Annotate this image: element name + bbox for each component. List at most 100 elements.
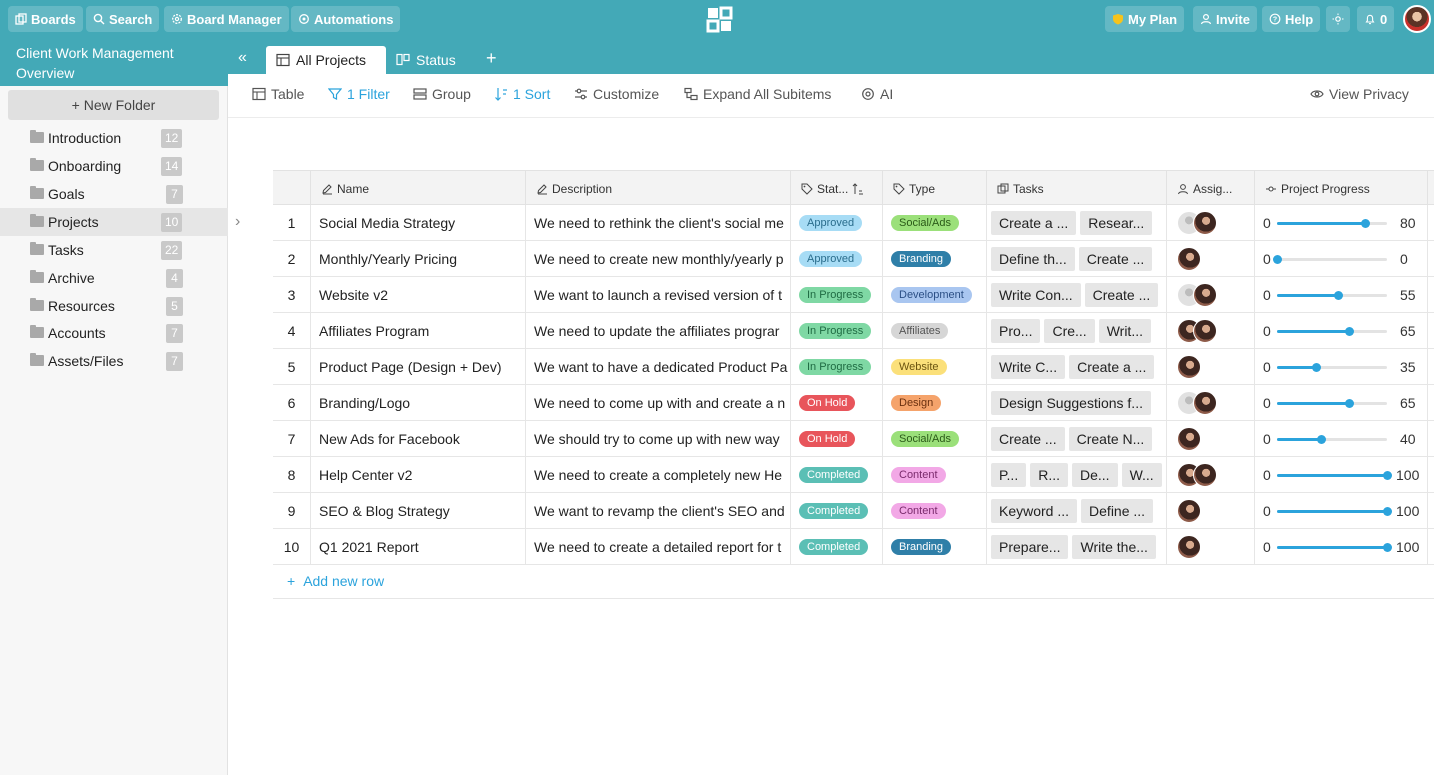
progress-track[interactable]: [1277, 363, 1387, 372]
progress-cell[interactable]: 0 65: [1255, 385, 1428, 421]
sidebar-folder-assets-files[interactable]: Assets/Files 7: [0, 347, 228, 375]
progress-slider[interactable]: 0 65: [1255, 385, 1427, 421]
task-chip[interactable]: Write Con...: [991, 283, 1081, 307]
add-new-row-button[interactable]: + Add new row: [273, 564, 1434, 599]
sidebar-folder-onboarding[interactable]: Onboarding 14: [0, 152, 228, 180]
project-name-cell[interactable]: New Ads for Facebook: [311, 421, 526, 457]
table-row[interactable]: 6 Branding/Logo We need to come up with an…: [273, 385, 1434, 421]
assignee-cell[interactable]: [1167, 277, 1255, 313]
status-cell[interactable]: In Progress: [791, 349, 883, 385]
progress-handle[interactable]: [1344, 327, 1354, 336]
task-chip[interactable]: Create a ...: [1069, 355, 1155, 379]
table-row[interactable]: 10 Q1 2021 Report We need to create a deta…: [273, 529, 1434, 565]
assignee-avatar[interactable]: [1193, 463, 1217, 487]
progress-handle[interactable]: [1273, 255, 1282, 264]
task-chip[interactable]: W...: [1121, 463, 1162, 487]
invite-button[interactable]: Invite: [1193, 6, 1257, 32]
table-row[interactable]: 4 Affiliates Program We need to update the…: [273, 313, 1434, 349]
assignee-cell[interactable]: [1167, 493, 1255, 529]
status-cell[interactable]: On Hold: [791, 385, 883, 421]
project-name-cell[interactable]: Monthly/Yearly Pricing: [311, 241, 526, 277]
sidebar-folder-accounts[interactable]: Accounts 7: [0, 319, 228, 347]
progress-handle[interactable]: [1361, 219, 1370, 228]
tasks-cell[interactable]: Create a ... Resear...: [987, 205, 1167, 241]
type-cell[interactable]: Website: [883, 349, 987, 385]
progress-cell[interactable]: 0 100: [1255, 529, 1428, 565]
assignee-avatar[interactable]: [1177, 355, 1201, 379]
sidebar-folder-archive[interactable]: Archive 4: [0, 264, 228, 292]
tab-all-projects[interactable]: All Projects: [266, 46, 386, 74]
assignee-avatar[interactable]: [1177, 535, 1201, 559]
task-chip[interactable]: Write C...: [991, 355, 1066, 379]
tasks-cell[interactable]: Design Suggestions f...: [987, 385, 1167, 421]
assignee-cell[interactable]: [1167, 385, 1255, 421]
my-plan-button[interactable]: My Plan: [1105, 6, 1185, 32]
progress-slider[interactable]: 0 35: [1255, 349, 1427, 385]
project-name-cell[interactable]: Branding/Logo: [311, 385, 526, 421]
progress-handle[interactable]: [1383, 507, 1392, 516]
task-chip[interactable]: Resear...: [1080, 211, 1153, 235]
status-cell[interactable]: Completed: [791, 457, 883, 493]
type-cell[interactable]: Social/Ads: [883, 205, 987, 241]
progress-slider[interactable]: 0 100: [1255, 529, 1427, 565]
tab-status[interactable]: Status: [386, 46, 466, 74]
project-name-cell[interactable]: Social Media Strategy: [311, 205, 526, 241]
status-cell[interactable]: In Progress: [791, 313, 883, 349]
assignee-avatar[interactable]: [1193, 319, 1217, 343]
type-cell[interactable]: Social/Ads: [883, 421, 987, 457]
project-name-cell[interactable]: Product Page (Design + Dev): [311, 349, 526, 385]
ai-button[interactable]: AI: [861, 86, 893, 102]
progress-cell[interactable]: 0 100: [1255, 493, 1428, 529]
progress-handle[interactable]: [1311, 363, 1321, 372]
project-name-cell[interactable]: SEO & Blog Strategy: [311, 493, 526, 529]
task-chip[interactable]: Define th...: [991, 247, 1075, 271]
tasks-cell[interactable]: Write Con... Create ...: [987, 277, 1167, 313]
collapse-sidebar-icon[interactable]: «: [238, 49, 247, 67]
table-row[interactable]: 2 Monthly/Yearly Pricing We need to create…: [273, 241, 1434, 277]
status-cell[interactable]: On Hold: [791, 421, 883, 457]
user-avatar[interactable]: [1403, 5, 1431, 33]
assignee-avatar[interactable]: [1177, 427, 1201, 451]
project-name-cell[interactable]: Q1 2021 Report: [311, 529, 526, 565]
table-row[interactable]: 7 New Ads for Facebook We should try to co…: [273, 421, 1434, 457]
status-cell[interactable]: In Progress: [791, 277, 883, 313]
status-cell[interactable]: Approved: [791, 205, 883, 241]
description-cell[interactable]: We need to update the affiliates prograr: [526, 313, 791, 349]
tasks-cell[interactable]: Write C... Create a ...: [987, 349, 1167, 385]
task-chip[interactable]: Keyword ...: [991, 499, 1078, 523]
assignee-cell[interactable]: [1167, 421, 1255, 457]
tasks-cell[interactable]: Keyword ... Define ...: [987, 493, 1167, 529]
progress-track[interactable]: [1277, 291, 1387, 300]
progress-slider[interactable]: 00: [1255, 241, 1427, 277]
sidebar-folder-resources[interactable]: Resources 5: [0, 292, 228, 320]
progress-slider[interactable]: 0 100: [1255, 493, 1427, 529]
assignee-cell[interactable]: [1167, 313, 1255, 349]
description-cell[interactable]: We need to rethink the client's social m…: [526, 205, 791, 241]
assignee-cell[interactable]: [1167, 205, 1255, 241]
assignee-avatar[interactable]: [1193, 391, 1217, 415]
customize-button[interactable]: Customize: [574, 86, 659, 102]
status-cell[interactable]: Completed: [791, 529, 883, 565]
column-header-description[interactable]: Description: [526, 171, 791, 206]
progress-cell[interactable]: 0 65: [1255, 313, 1428, 349]
column-header-name[interactable]: Name: [311, 171, 526, 206]
progress-cell[interactable]: 0 80: [1255, 205, 1428, 241]
sort-button[interactable]: 1 Sort: [494, 86, 550, 102]
column-header-type[interactable]: Type: [883, 171, 987, 206]
progress-cell[interactable]: 0 55: [1255, 277, 1428, 313]
table-row[interactable]: 3 Website v2 We want to launch a revised v…: [273, 277, 1434, 313]
filter-button[interactable]: 1 Filter: [328, 86, 390, 102]
progress-track[interactable]: [1277, 471, 1392, 480]
type-cell[interactable]: Design: [883, 385, 987, 421]
project-name-cell[interactable]: Website v2: [311, 277, 526, 313]
new-folder-button[interactable]: + New Folder: [8, 90, 219, 120]
progress-slider[interactable]: 0 40: [1255, 421, 1427, 457]
assignee-avatar[interactable]: [1193, 283, 1217, 307]
sidebar-folder-introduction[interactable]: Introduction 12: [0, 124, 228, 152]
progress-slider[interactable]: 0 80: [1255, 205, 1427, 241]
assignee-cell[interactable]: [1167, 241, 1255, 277]
type-cell[interactable]: Branding: [883, 241, 987, 277]
progress-track[interactable]: [1277, 435, 1387, 444]
progress-handle[interactable]: [1383, 543, 1392, 552]
help-button[interactable]: ? Help: [1262, 6, 1321, 32]
